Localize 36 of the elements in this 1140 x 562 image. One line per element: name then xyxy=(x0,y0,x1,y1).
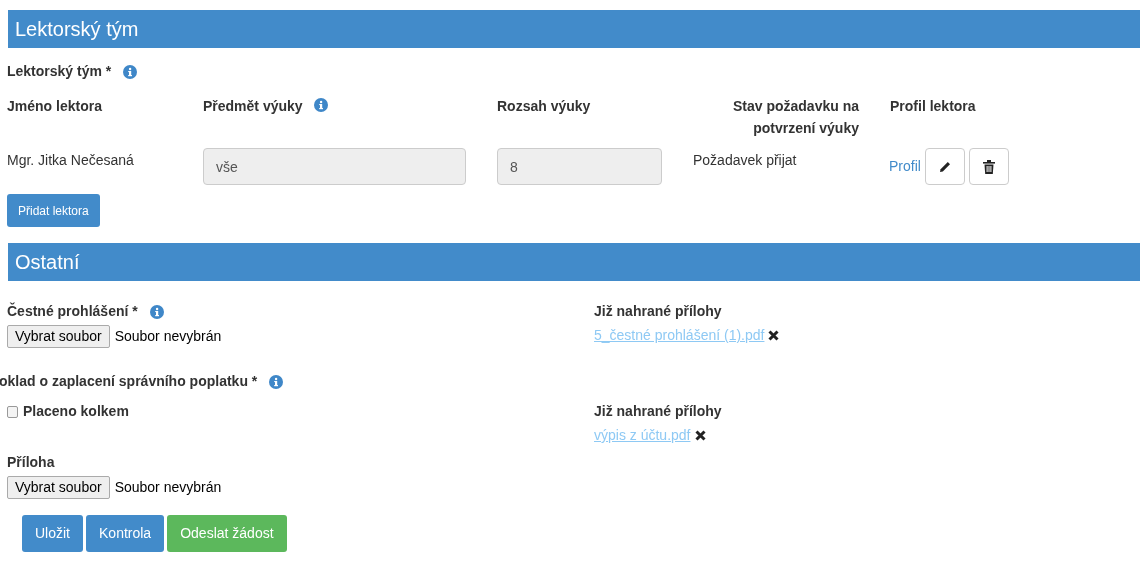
field-label: oklad o zaplacení správního poplatku * xyxy=(0,372,258,391)
add-lecturer-button[interactable]: Přidat lektora xyxy=(7,194,100,227)
table-cell-text: Požadavek přijat xyxy=(693,151,798,170)
column-header: Profil lektora xyxy=(889,97,977,116)
delete-button[interactable] xyxy=(968,148,1009,185)
remove-icon[interactable] xyxy=(768,330,780,341)
column-header: Předmět výuky xyxy=(203,97,303,116)
field-label: Čestné prohlášení * xyxy=(7,301,138,321)
profile-link[interactable]: Profil xyxy=(889,156,921,177)
pencil-icon xyxy=(937,159,952,174)
table-cell-text: Mgr. Jitka Nečesaná xyxy=(7,151,135,170)
action-button[interactable]: Odeslat žádost xyxy=(167,515,287,552)
info-icon[interactable] xyxy=(149,304,164,319)
column-header: Rozsah výuky xyxy=(497,97,592,116)
section-header: Ostatní xyxy=(8,243,1140,281)
action-button[interactable]: Kontrola xyxy=(86,515,165,552)
remove-icon[interactable] xyxy=(694,430,706,441)
checkbox-label[interactable]: Placeno kolkem xyxy=(23,401,129,422)
column-header: Stav požadavku na potvrzení výuky xyxy=(731,97,859,138)
uploaded-files-label: Již nahrané přílohy xyxy=(594,402,722,421)
info-icon[interactable] xyxy=(313,98,328,112)
choose-file-button[interactable]: Vybrat soubor xyxy=(7,476,110,499)
choose-file-button[interactable]: Vybrat soubor xyxy=(7,325,110,348)
info-icon[interactable] xyxy=(269,374,284,389)
section-header: Lektorský tým xyxy=(8,10,1140,48)
info-icon[interactable] xyxy=(123,64,138,79)
uploaded-files-label: Již nahrané přílohy xyxy=(594,302,723,321)
trash-icon xyxy=(982,159,995,174)
field-label: Příloha xyxy=(7,453,56,472)
file-status: Soubor nevybrán xyxy=(114,327,222,346)
checkbox[interactable] xyxy=(7,405,18,418)
edit-button[interactable] xyxy=(924,148,965,185)
file-status: Soubor nevybrán xyxy=(114,478,222,497)
action-button[interactable]: Uložit xyxy=(22,515,83,552)
field-label: Lektorský tým * xyxy=(7,62,112,81)
column-header: Jméno lektora xyxy=(7,97,103,116)
